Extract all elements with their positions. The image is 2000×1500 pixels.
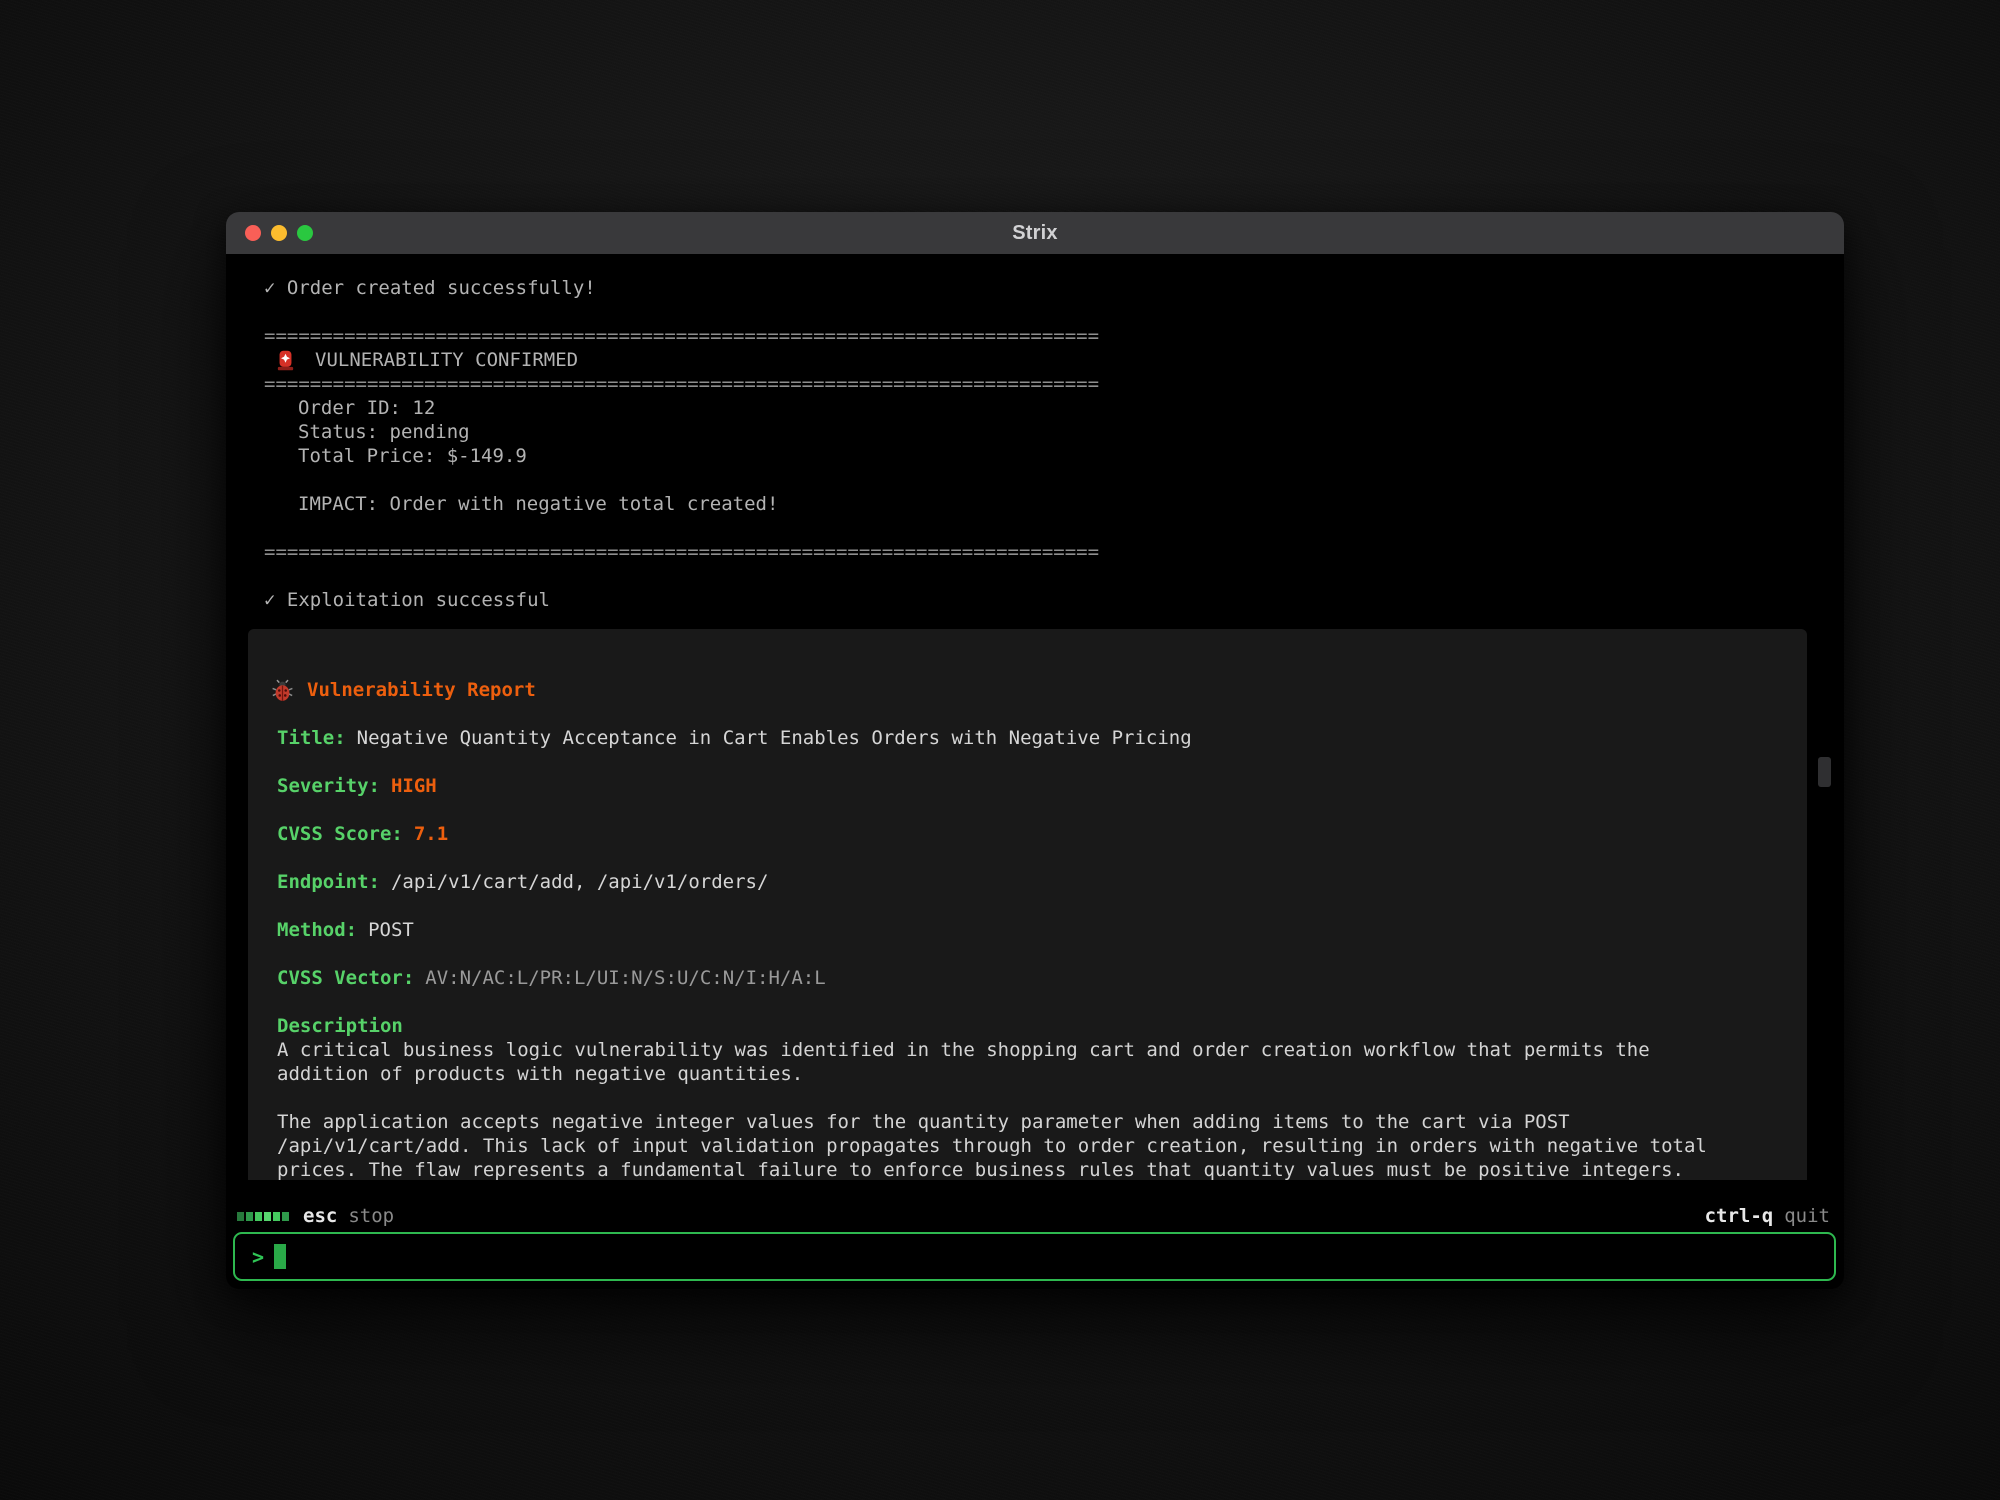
report-field-method: Method: POST xyxy=(277,918,1779,942)
titlebar[interactable]: Strix xyxy=(226,212,1844,254)
field-label: Method: xyxy=(277,919,357,941)
quit-action-label: quit xyxy=(1784,1205,1830,1227)
field-label: CVSS Score: xyxy=(277,823,403,845)
terminal-output[interactable]: ✓ Order created successfully! ==========… xyxy=(226,254,1844,1180)
field-value: Negative Quantity Acceptance in Cart Ena… xyxy=(357,727,1192,749)
field-label: CVSS Vector: xyxy=(277,967,414,989)
description-paragraph: A critical business logic vulnerability … xyxy=(277,1038,1779,1086)
severity-badge: HIGH xyxy=(391,775,437,797)
status-right: ctrl-q quit xyxy=(1705,1205,1830,1227)
field-value: AV:N/AC:L/PR:L/UI:N/S:U/C:N/I:H/A:L xyxy=(425,967,825,989)
separator-line: ========================================… xyxy=(264,324,1844,348)
stop-action-label: stop xyxy=(348,1205,394,1227)
status-bar: esc stop ctrl-q quit xyxy=(237,1202,1830,1230)
exploitation-success-line: ✓ Exploitation successful xyxy=(264,588,1844,612)
alarm-light-icon xyxy=(277,350,294,371)
vulnerability-report-card: Vulnerability Report Title: Negative Quan… xyxy=(248,629,1807,1180)
report-field-cvss-vector: CVSS Vector: AV:N/AC:L/PR:L/UI:N/S:U/C:N/… xyxy=(277,966,1779,990)
blank-line xyxy=(264,468,1844,492)
vulnerability-confirmed-banner: VULNERABILITY CONFIRMED xyxy=(264,348,1844,372)
description-heading: Description xyxy=(277,1014,1779,1038)
field-label: Title: xyxy=(277,727,346,749)
order-id-line: Order ID: 12 xyxy=(264,396,1844,420)
report-title: Vulnerability Report xyxy=(307,678,536,702)
activity-spinner-icon xyxy=(237,1212,289,1221)
separator-line: ========================================… xyxy=(264,372,1844,396)
cvss-score-value: 7.1 xyxy=(414,823,448,845)
scrollbar-thumb[interactable] xyxy=(1818,757,1831,787)
blank-line xyxy=(264,516,1844,540)
description-paragraph: The application accepts negative integer… xyxy=(277,1110,1779,1180)
separator-line: ========================================… xyxy=(264,540,1844,564)
field-value: POST xyxy=(368,919,414,941)
prompt-symbol: > xyxy=(252,1245,264,1269)
field-value: /api/v1/cart/add, /api/v1/orders/ xyxy=(391,871,769,893)
report-field-title: Title: Negative Quantity Acceptance in Ca… xyxy=(277,726,1779,750)
strix-window: Strix ✓ Order created successfully! ====… xyxy=(226,212,1844,1289)
report-field-cvss-score: CVSS Score: 7.1 xyxy=(277,822,1779,846)
order-status-line: Status: pending xyxy=(264,420,1844,444)
report-field-severity: Severity: HIGH xyxy=(277,774,1779,798)
order-success-line: ✓ Order created successfully! xyxy=(264,276,1844,300)
field-label: Severity: xyxy=(277,775,380,797)
bug-icon xyxy=(271,679,294,702)
impact-line: IMPACT: Order with negative total create… xyxy=(264,492,1844,516)
text-cursor xyxy=(274,1244,286,1269)
field-label: Endpoint: xyxy=(277,871,380,893)
total-price-line: Total Price: $-149.9 xyxy=(264,444,1844,468)
status-left: esc stop xyxy=(237,1205,394,1227)
blank-line xyxy=(264,300,1844,324)
esc-key-hint: esc xyxy=(303,1205,337,1227)
desktop-background: Strix ✓ Order created successfully! ====… xyxy=(0,0,2000,1500)
ctrl-q-key-hint: ctrl-q xyxy=(1705,1205,1774,1227)
window-title: Strix xyxy=(226,222,1844,245)
command-input[interactable]: > xyxy=(233,1232,1836,1281)
report-field-endpoint: Endpoint: /api/v1/cart/add, /api/v1/order… xyxy=(277,870,1779,894)
blank-line xyxy=(264,564,1844,588)
report-header: Vulnerability Report xyxy=(277,678,1779,702)
vulnerability-confirmed-label: VULNERABILITY CONFIRMED xyxy=(315,348,578,372)
